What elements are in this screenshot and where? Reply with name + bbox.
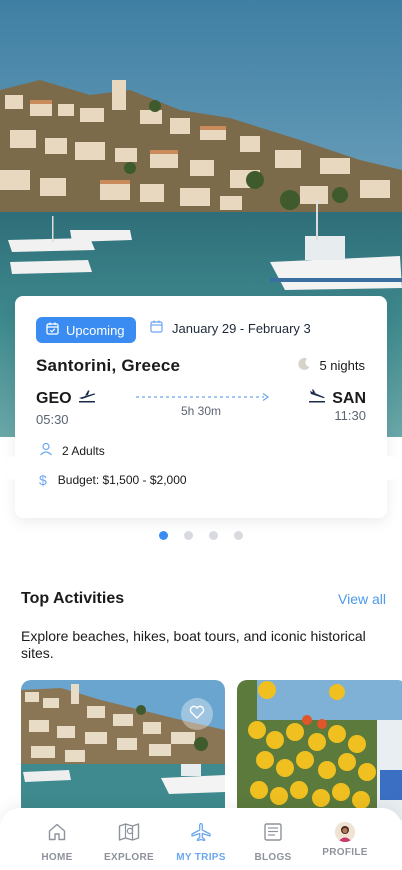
- nights-info: 5 nights: [297, 357, 365, 374]
- ticket-notch-right: [375, 456, 399, 480]
- ticket-notch-left: [3, 456, 27, 480]
- heart-icon: [189, 705, 205, 724]
- nav-explore[interactable]: EXPLORE: [94, 822, 164, 863]
- nav-label: HOME: [41, 852, 73, 863]
- trip-destination: Santorini, Greece: [36, 356, 181, 375]
- takeoff-icon: [78, 389, 96, 408]
- nav-label: EXPLORE: [104, 852, 154, 863]
- plane-icon: [190, 822, 212, 847]
- activity-image: [237, 680, 402, 820]
- trip-dates: January 29 - February 3: [150, 320, 311, 336]
- carousel-dot[interactable]: [184, 531, 193, 540]
- trip-card[interactable]: Upcoming January 29 - February 3 Santori…: [3, 296, 399, 518]
- map-icon: [118, 822, 140, 847]
- nav-home[interactable]: HOME: [22, 822, 92, 863]
- origin-time: 05:30: [36, 412, 69, 427]
- carousel-dot[interactable]: [209, 531, 218, 540]
- section-description: Explore beaches, hikes, boat tours, and …: [21, 628, 366, 661]
- destination-time: 11:30: [334, 408, 366, 423]
- nights-text: 5 nights: [319, 358, 365, 373]
- favorite-button[interactable]: [181, 698, 213, 730]
- budget-text: Budget: $1,500 - $2,000: [57, 473, 187, 487]
- travelers-text: 2 Adults: [62, 443, 105, 458]
- flight-route-line: [136, 393, 270, 401]
- budget-info: $ Budget: $1,500 - $2,000: [39, 472, 187, 488]
- moon-icon: [297, 357, 311, 374]
- destination-code: SAN: [332, 389, 366, 407]
- nav-label: MY TRIPS: [176, 852, 226, 863]
- home-icon: [47, 822, 67, 847]
- origin-code: GEO: [36, 389, 72, 407]
- nav-blogs[interactable]: BLOGS: [238, 822, 308, 863]
- status-label: Upcoming: [66, 322, 125, 338]
- calendar-check-icon: [46, 322, 59, 338]
- activity-card[interactable]: [237, 680, 402, 820]
- trip-dates-text: January 29 - February 3: [172, 320, 311, 336]
- dollar-icon: $: [39, 472, 47, 488]
- nav-label: BLOGS: [254, 852, 292, 863]
- calendar-icon: [150, 320, 163, 336]
- landing-icon: [308, 389, 326, 408]
- flight-duration: 5h 30m: [181, 404, 222, 418]
- person-icon: [39, 442, 53, 459]
- avatar: [335, 822, 355, 842]
- travelers-info: 2 Adults: [39, 442, 105, 459]
- bottom-navigation: HOME EXPLORE MY TRIPS BLOGS PROFILE: [0, 808, 402, 870]
- status-badge: Upcoming: [36, 317, 136, 343]
- nav-my-trips[interactable]: MY TRIPS: [166, 822, 236, 863]
- view-all-link[interactable]: View all: [338, 591, 386, 607]
- origin-airport: GEO: [36, 389, 96, 408]
- blog-icon: [263, 822, 283, 847]
- carousel-dot[interactable]: [159, 531, 168, 540]
- activity-card[interactable]: [21, 680, 225, 820]
- carousel-dot[interactable]: [234, 531, 243, 540]
- section-title: Top Activities: [21, 590, 125, 607]
- nav-label: PROFILE: [322, 847, 368, 858]
- carousel-indicator: [159, 531, 243, 540]
- destination-airport: SAN: [308, 389, 366, 408]
- nav-profile[interactable]: PROFILE: [310, 822, 380, 858]
